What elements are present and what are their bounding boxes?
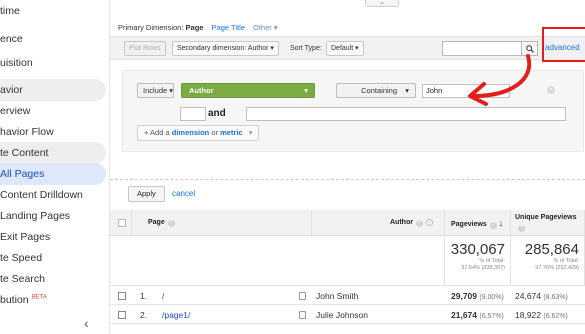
sidebar-item-all-pages[interactable]: All Pages <box>0 163 106 185</box>
sidebar-nav: time ence uisition avior erview havior F… <box>0 0 110 334</box>
beta-badge: BETA <box>31 294 47 301</box>
remove-dimension-icon[interactable]: × <box>425 219 433 226</box>
total-unique-pageviews: 285,864 % of Total: 97.76% (292,428) <box>511 236 585 286</box>
header-page[interactable]: Page? <box>132 210 312 236</box>
sidebar-item-exit-pages[interactable]: Exit Pages <box>0 226 106 248</box>
section-divider <box>110 179 585 180</box>
and-label: and <box>208 108 226 119</box>
cancel-link[interactable]: cancel <box>172 189 195 198</box>
sidebar-item-content-drilldown[interactable]: Content Drilldown <box>0 184 106 206</box>
open-page-icon[interactable] <box>299 311 306 319</box>
row-checkbox[interactable] <box>118 311 126 319</box>
sort-type-dropdown[interactable]: Default ▾ <box>326 41 364 56</box>
secondary-dimension-dropdown[interactable]: Secondary dimension: Author ▾ <box>172 41 279 56</box>
and-dimension-input[interactable] <box>180 107 206 121</box>
sidebar-item-audience[interactable]: ence <box>0 28 106 50</box>
sidebar-item-site-speed[interactable]: te Speed <box>0 247 106 269</box>
caret-down-icon: ▾ <box>169 86 174 95</box>
sidebar-item-behavior-flow[interactable]: havior Flow <box>0 121 106 143</box>
sort-descending-icon[interactable]: ↓ <box>499 218 504 228</box>
sidebar-item-site-content[interactable]: te Content <box>0 142 106 164</box>
sidebar-item-acquisition[interactable]: uisition <box>0 52 106 74</box>
sidebar-item-attribution[interactable]: bution BETA <box>0 289 106 311</box>
plot-rows-button[interactable]: Plot Rows <box>124 41 166 56</box>
help-icon[interactable]: ? <box>518 225 525 232</box>
row-pageviews: 21,674 (6.57%) <box>451 310 504 320</box>
add-dimension-or-metric-button[interactable]: + Add a dimension or metric ▾ <box>137 125 260 141</box>
header-unique-pageviews[interactable]: Unique Pageviews? <box>511 210 585 236</box>
row-unique-pageviews: 18,922 (6.62%) <box>515 310 568 320</box>
row-page-link[interactable]: /page1/ <box>162 306 190 324</box>
header-pageviews[interactable]: Pageviews? ↓ <box>445 210 511 236</box>
row-page-link[interactable]: / <box>162 287 164 305</box>
author-dimension-chip[interactable]: Author ▾ <box>181 83 315 98</box>
report-main: ⌄ Primary Dimension: Page Page Title Oth… <box>110 0 585 334</box>
open-page-icon[interactable] <box>299 292 306 300</box>
help-icon[interactable]: ? <box>415 220 423 227</box>
report-table: Page? Author? × Pageviews? ↓ Unique Pagev… <box>110 210 585 334</box>
apply-button[interactable]: Apply <box>128 186 165 202</box>
sidebar-item-landing-pages[interactable]: Landing Pages <box>0 205 106 227</box>
select-all-header <box>110 210 132 236</box>
collapse-handle-icon[interactable]: ⌄ <box>365 0 399 7</box>
row-index: 2. <box>140 310 148 320</box>
table-row[interactable]: 2. /page1/ Julie Johnson 21,674 (6.57%) … <box>110 306 585 324</box>
row-checkbox[interactable] <box>118 292 126 300</box>
sidebar-item-overview[interactable]: erview <box>0 100 106 122</box>
help-icon[interactable]: ? <box>167 220 175 227</box>
caret-down-icon: ▾ <box>248 128 253 137</box>
primary-dimension-bar: Primary Dimension: Page Page Title Other… <box>118 23 278 32</box>
sort-type-label: Sort Type: <box>290 45 322 52</box>
caret-down-icon: ▾ <box>304 86 308 95</box>
sidebar-item-site-search[interactable]: te Search <box>0 268 106 290</box>
remove-filter-icon[interactable]: × <box>547 86 555 94</box>
caret-down-icon: ▾ <box>355 45 359 52</box>
totals-row-spacer <box>110 236 445 286</box>
row-author: Julie Johnson <box>316 310 368 320</box>
sidebar-item-behavior[interactable]: avior <box>0 79 106 101</box>
sidebar-item-realtime[interactable]: time <box>0 0 106 22</box>
total-pageviews: 330,067 % of Total: 97.54% (338,397) <box>445 236 511 286</box>
header-author[interactable]: Author? × <box>312 210 445 236</box>
primary-dimension-page[interactable]: Page <box>186 23 204 32</box>
caret-down-icon: ▾ <box>270 45 274 52</box>
primary-dimension-other[interactable]: Other ▾ <box>253 23 278 32</box>
include-dropdown[interactable]: Include ▾ <box>137 83 174 98</box>
row-author: John Smith <box>316 291 359 301</box>
advanced-filter-link[interactable]: advanced <box>545 43 580 52</box>
help-icon[interactable]: ? <box>489 222 497 229</box>
select-all-checkbox[interactable] <box>118 219 126 227</box>
primary-dimension-page-title[interactable]: Page Title <box>212 23 245 32</box>
chevron-left-icon[interactable]: ‹ <box>84 316 89 330</box>
row-pageviews: 29,709 (9.00%) <box>451 291 504 301</box>
annotation-arrow-icon <box>468 54 532 106</box>
match-type-dropdown[interactable]: Containing ▾ <box>336 83 416 98</box>
primary-dimension-label: Primary Dimension: <box>118 23 184 32</box>
caret-down-icon: ▾ <box>405 86 409 95</box>
row-unique-pageviews: 24,674 (8.63%) <box>515 291 568 301</box>
table-row[interactable]: 1. / John Smith 29,709 (9.00%) 24,674 (8… <box>110 287 585 305</box>
row-index: 1. <box>140 291 148 301</box>
